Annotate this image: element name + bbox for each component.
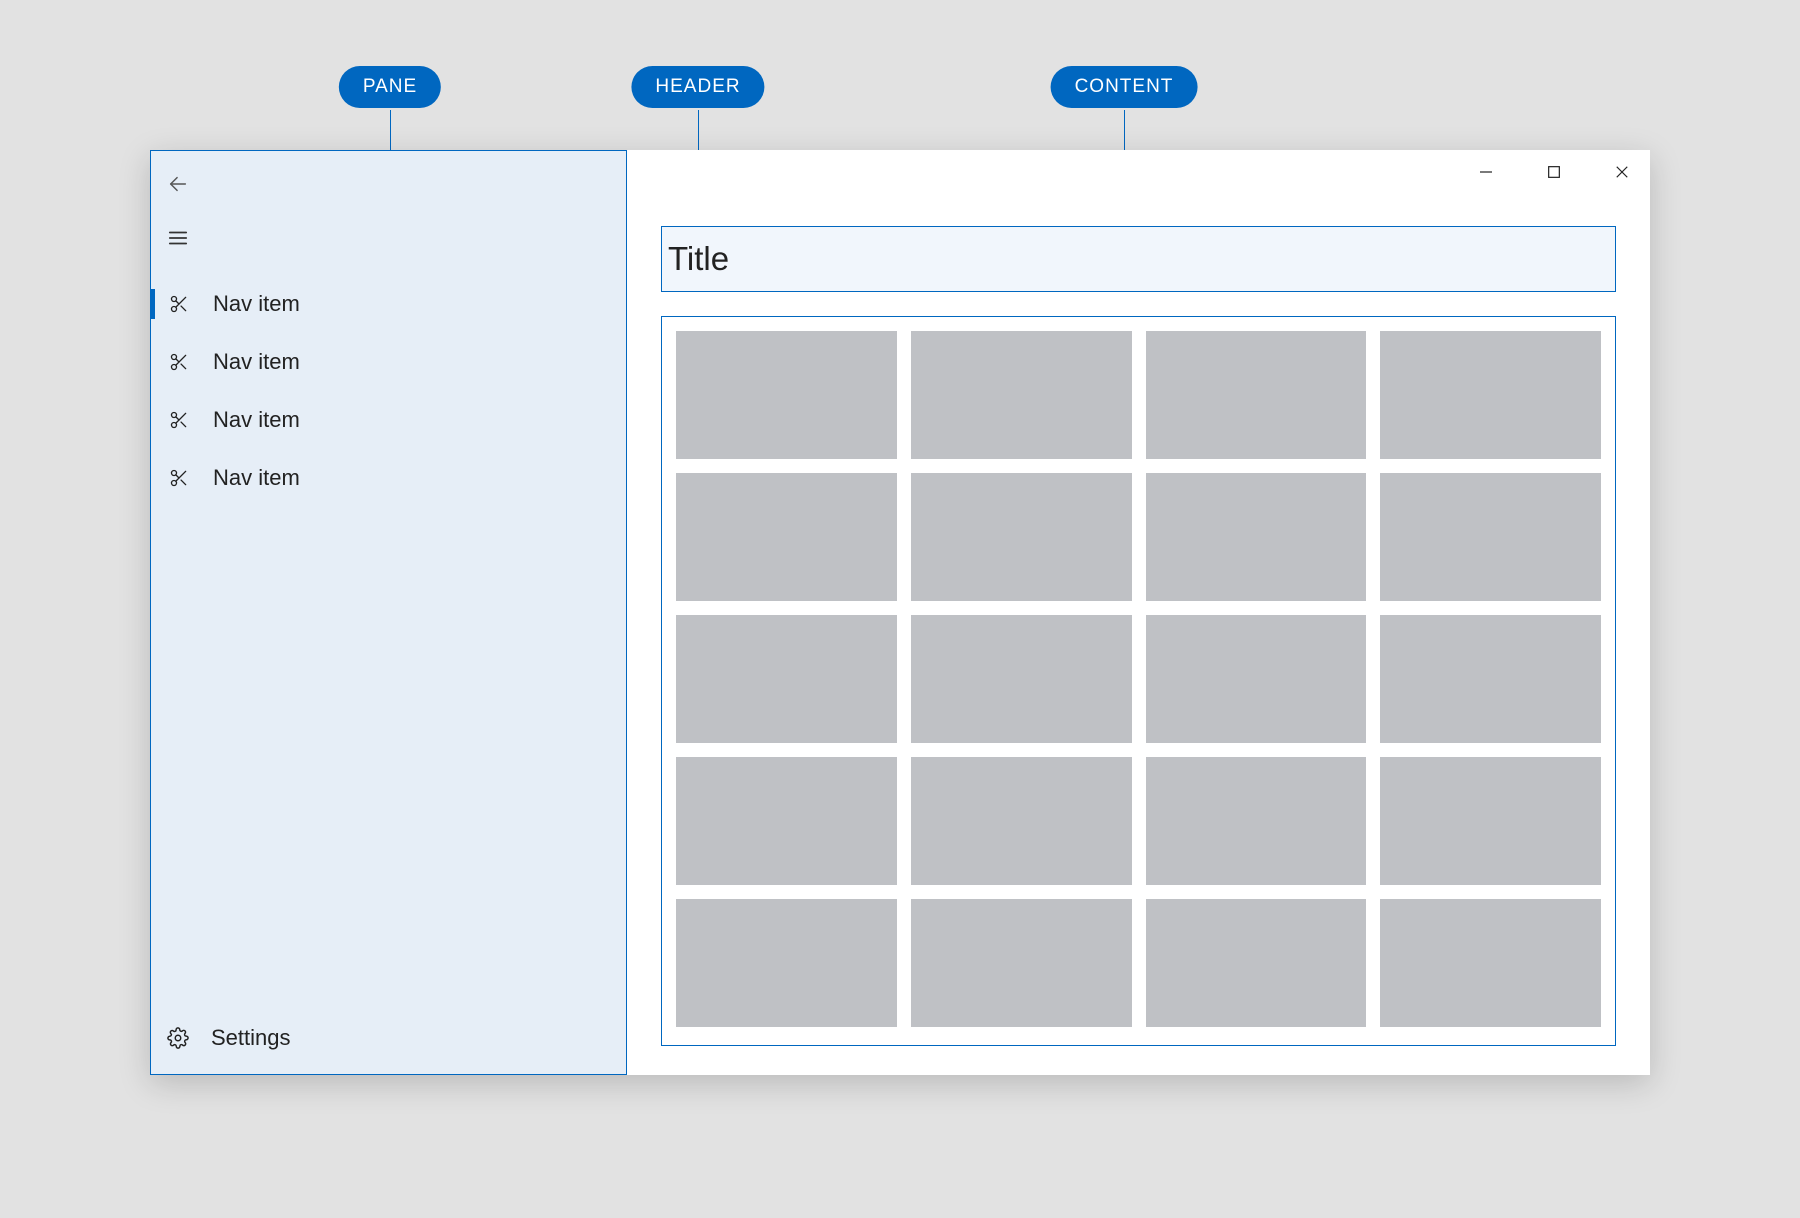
content-grid	[662, 317, 1615, 1041]
content-tile[interactable]	[1380, 615, 1601, 743]
content-tile[interactable]	[1146, 473, 1367, 601]
content-tile[interactable]	[1146, 899, 1367, 1027]
content-tile[interactable]	[1146, 615, 1367, 743]
navigation-pane: Nav item Nav item Nav item Nav item	[150, 150, 627, 1075]
nav-item-label: Nav item	[213, 407, 300, 433]
main-area: Title	[627, 150, 1650, 1075]
minimize-icon[interactable]	[1474, 160, 1498, 184]
content-tile[interactable]	[911, 331, 1132, 459]
content-tile[interactable]	[676, 899, 897, 1027]
content-tile[interactable]	[676, 473, 897, 601]
content-tile[interactable]	[676, 615, 897, 743]
hamburger-icon[interactable]	[167, 227, 189, 249]
nav-item-1[interactable]: Nav item	[151, 333, 626, 391]
cut-icon	[167, 292, 191, 316]
nav-item-0[interactable]: Nav item	[151, 275, 626, 333]
settings-item[interactable]: Settings	[151, 1008, 626, 1068]
content-tile[interactable]	[911, 615, 1132, 743]
content-tile[interactable]	[676, 331, 897, 459]
cut-icon	[167, 466, 191, 490]
page-title: Title	[668, 240, 729, 278]
page-header: Title	[661, 226, 1616, 292]
gear-icon	[167, 1027, 189, 1049]
content-tile[interactable]	[1146, 331, 1367, 459]
nav-item-3[interactable]: Nav item	[151, 449, 626, 507]
titlebar-controls	[1474, 160, 1634, 184]
nav-item-2[interactable]: Nav item	[151, 391, 626, 449]
nav-item-label: Nav item	[213, 349, 300, 375]
nav-list: Nav item Nav item Nav item Nav item	[151, 275, 626, 1008]
maximize-icon[interactable]	[1542, 160, 1566, 184]
content-tile[interactable]	[911, 473, 1132, 601]
settings-label: Settings	[211, 1025, 291, 1051]
content-tile[interactable]	[1380, 757, 1601, 885]
content-area	[661, 316, 1616, 1046]
nav-item-label: Nav item	[213, 291, 300, 317]
content-tile[interactable]	[1380, 899, 1601, 1027]
content-tile[interactable]	[1146, 757, 1367, 885]
app-window: Nav item Nav item Nav item Nav item	[150, 150, 1650, 1075]
content-tile[interactable]	[676, 757, 897, 885]
content-tile[interactable]	[1380, 331, 1601, 459]
annotation-pane-leader	[390, 110, 391, 150]
content-tile[interactable]	[911, 899, 1132, 1027]
content-tile[interactable]	[1380, 473, 1601, 601]
cut-icon	[167, 408, 191, 432]
annotation-pane: PANE	[339, 66, 441, 108]
cut-icon	[167, 350, 191, 374]
nav-item-label: Nav item	[213, 465, 300, 491]
annotation-content: CONTENT	[1051, 66, 1198, 108]
content-tile[interactable]	[911, 757, 1132, 885]
back-icon[interactable]	[167, 173, 189, 195]
close-icon[interactable]	[1610, 160, 1634, 184]
annotation-header: HEADER	[631, 66, 764, 108]
